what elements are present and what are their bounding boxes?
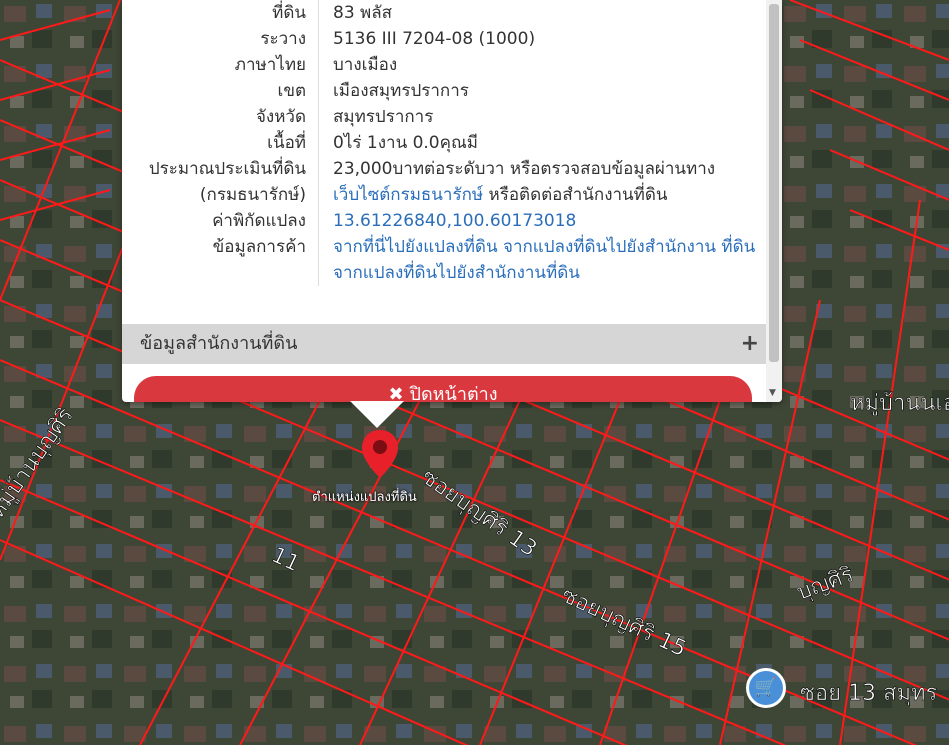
directions-link[interactable]: จากที่นี่ไปยังแปลงที่ดิน	[333, 237, 498, 257]
row-label: ประมาณประเมินที่ดิน	[122, 156, 319, 182]
land-info-table: ที่ดิน 83 พลัส ระวาง 5136 III 7204-08 (1…	[122, 0, 767, 286]
row-value: 5136 III 7204-08 (1000)	[333, 29, 536, 49]
info-row: จังหวัด สมุทรปราการ	[122, 104, 767, 130]
info-row-coordinates: ค่าพิกัดแปลง 13.61226840,100.60173018	[122, 208, 767, 234]
close-window-button[interactable]: ✖ ปิดหน้าต่าง	[134, 376, 752, 402]
scroll-down-arrow-icon[interactable]: ▼	[769, 388, 776, 398]
row-value: เว็บไซต์กรมธนารักษ์ หรือติดต่อสำนักงานที…	[319, 182, 767, 208]
map-marker-icon[interactable]	[360, 428, 400, 480]
info-row: ระวาง 5136 III 7204-08 (1000)	[122, 26, 767, 52]
treasury-website-link[interactable]: เว็บไซต์กรมธนารักษ์	[333, 185, 483, 205]
row-value: เมืองสมุทรปราการ	[333, 81, 469, 101]
popup-pointer	[350, 401, 404, 428]
row-value: บางเมือง	[333, 55, 398, 75]
row-value: 83 พลัส	[333, 3, 393, 23]
info-row: เขต เมืองสมุทรปราการ	[122, 78, 767, 104]
row-label: ค่าพิกัดแปลง	[122, 208, 319, 234]
marker-label: ตำแหน่งแปลงที่ดิน	[312, 490, 417, 505]
row-value: จากที่นี่ไปยังแปลงที่ดิน จากแปลงที่ดินไป…	[319, 234, 767, 286]
row-label: ระวาง	[122, 26, 319, 52]
row-label: จังหวัด	[122, 104, 319, 130]
row-value: สมุทรปราการ	[333, 107, 434, 127]
row-label: (กรมธนารักษ์)	[122, 182, 319, 208]
info-row-trade: ข้อมูลการค้า จากที่นี่ไปยังแปลงที่ดิน จา…	[122, 234, 767, 286]
row-label: เขต	[122, 78, 319, 104]
scroll-thumb[interactable]	[769, 4, 779, 362]
row-value: 23,000บาทต่อระดับวา หรือตรวจสอบข้อมูลผ่า…	[333, 159, 716, 179]
info-row-dept: (กรมธนารักษ์) เว็บไซต์กรมธนารักษ์ หรือติ…	[122, 182, 767, 208]
shopping-cart-icon[interactable]: 🛒	[746, 668, 786, 708]
row-label: ภาษาไทย	[122, 52, 319, 78]
section-title: ข้อมูลสำนักงานที่ดิน	[140, 333, 298, 354]
row-label: เนื้อที่	[122, 130, 319, 156]
map-road-label: หมู่บ้านนเอ	[850, 391, 949, 416]
info-row: เนื้อที่ 0ไร่ 1งาน 0.0คุณมี	[122, 130, 767, 156]
close-label: ปิดหน้าต่าง	[409, 384, 498, 402]
land-office-section-header[interactable]: ข้อมูลสำนักงานที่ดิน +	[122, 324, 767, 364]
land-info-popup: ที่ดิน 83 พลัส ระวาง 5136 III 7204-08 (1…	[122, 0, 782, 402]
info-row: ภาษาไทย บางเมือง	[122, 52, 767, 78]
row-value-suffix: หรือติดต่อสำนักงานที่ดิน	[483, 185, 668, 205]
map-road-label: ซอย 13 สมุทร	[800, 681, 937, 706]
popup-scrollbar[interactable]: ▼	[766, 0, 782, 402]
row-label: ข้อมูลการค้า	[122, 234, 319, 286]
directions-link[interactable]: จากแปลงที่ดินไปยังสำนักงานที่ดิน	[333, 260, 767, 286]
coordinates-link[interactable]: 13.61226840,100.60173018	[319, 208, 767, 234]
row-value: 0ไร่ 1งาน 0.0คุณมี	[333, 133, 478, 153]
plus-icon[interactable]: +	[741, 324, 759, 364]
row-label: ที่ดิน	[122, 0, 319, 26]
info-row: ที่ดิน 83 พลัส	[122, 0, 767, 26]
info-row: ประมาณประเมินที่ดิน 23,000บาทต่อระดับวา …	[122, 156, 767, 182]
directions-link[interactable]: จากแปลงที่ดินไปยังสำนักงาน ที่ดิน	[503, 237, 755, 257]
x-icon: ✖	[388, 384, 404, 402]
